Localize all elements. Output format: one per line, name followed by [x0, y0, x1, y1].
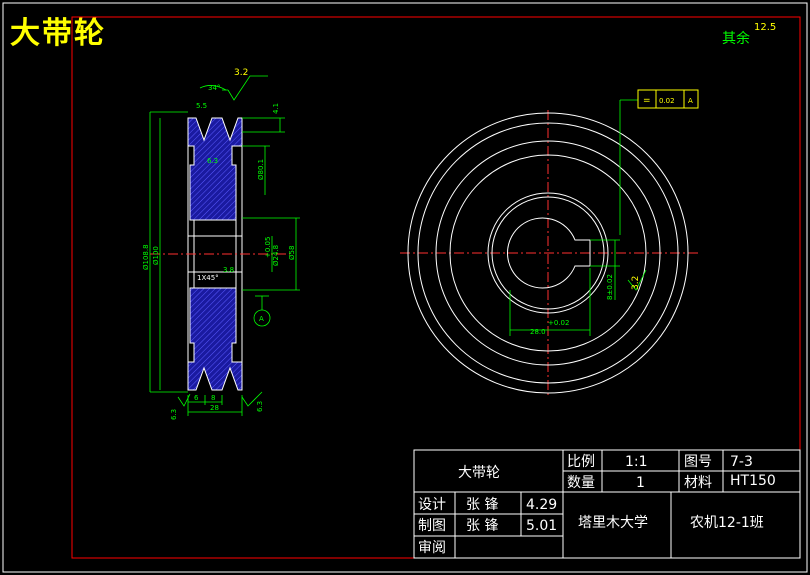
keyway-width: 28.0 — [530, 328, 546, 336]
tb-school: 塔里木大学 — [578, 515, 648, 531]
tb-review-label: 审阅 — [418, 540, 446, 556]
tb-design-name: 张 锋 — [466, 497, 498, 513]
keyway-tol: +0.02 — [548, 319, 569, 327]
roughness-bottom-right: 6.3 — [256, 401, 264, 412]
tb-draw-label: 制图 — [418, 518, 446, 534]
upper-rim-hatch — [187, 117, 243, 221]
tb-material-value: HT150 — [730, 473, 776, 489]
angle-label: 34° — [208, 84, 220, 92]
tb-drawing-no-label: 图号 — [684, 454, 712, 470]
dim-outer-dia: Ø108.8 — [142, 244, 150, 270]
dim-pitch-dia: Ø100 — [152, 246, 160, 265]
tb-design-label: 设计 — [418, 497, 446, 513]
dim-b1: 6 — [194, 394, 199, 402]
tb-qty-label: 数量 — [567, 475, 595, 491]
tb-scale-label: 比例 — [567, 454, 595, 470]
tb-material-label: 材料 — [684, 475, 712, 491]
dim-right-top: 4.1 — [272, 103, 280, 114]
dim-groove-mid: 6.3 — [207, 157, 218, 165]
tb-scale-value: 1:1 — [625, 454, 648, 470]
dim-right-mid: Ø80.1 — [257, 159, 265, 180]
tolerance-datum: A — [688, 97, 693, 105]
tb-class: 农机12-1班 — [690, 515, 764, 531]
chamfer-label: 1X45° — [197, 274, 219, 282]
roughness-top: 3.2 — [234, 68, 248, 78]
lower-rim-hatch — [187, 287, 243, 391]
keyway-depth: 8±0.02 — [606, 274, 614, 300]
drawing-canvas: 3.2 34° 5.5 4.1 6.3 Ø80.1 Ø108.8 Ø100 +0… — [2, 2, 808, 573]
roughness-bottom-left: 6.3 — [170, 409, 178, 420]
dim-bore-tol: +0.05 — [264, 237, 272, 258]
datum-label: A — [259, 315, 264, 323]
tolerance-symbol: = — [643, 96, 651, 106]
tb-design-date: 4.29 — [526, 497, 557, 513]
side-section-view: 3.2 34° 5.5 4.1 6.3 Ø80.1 Ø108.8 Ø100 +0… — [142, 68, 300, 420]
tb-drawing-no-value: 7-3 — [730, 454, 753, 470]
tb-draw-name: 张 锋 — [466, 518, 498, 534]
dim-bore: Ø24.8 — [272, 245, 280, 266]
dim-hub-width: 3.8 — [223, 266, 234, 274]
tb-part-name: 大带轮 — [458, 465, 500, 481]
front-view: = 0.02 A 8±0.02 3.2 +0.02 28.0 — [400, 89, 700, 398]
tb-qty-value: 1 — [636, 475, 645, 491]
dim-hub: Ø58 — [288, 246, 296, 260]
title-block: 大带轮 比例 1:1 图号 7-3 数量 1 材料 HT150 设计 张 锋 4… — [413, 449, 801, 559]
tb-draw-date: 5.01 — [526, 518, 557, 534]
dim-groove-top: 5.5 — [196, 102, 207, 110]
tolerance-frame: = 0.02 A — [637, 89, 699, 109]
tolerance-value: 0.02 — [659, 97, 675, 105]
dim-width: 28 — [210, 404, 219, 412]
roughness-keyway: 3.2 — [631, 276, 641, 290]
dim-b2: 8 — [211, 394, 215, 402]
